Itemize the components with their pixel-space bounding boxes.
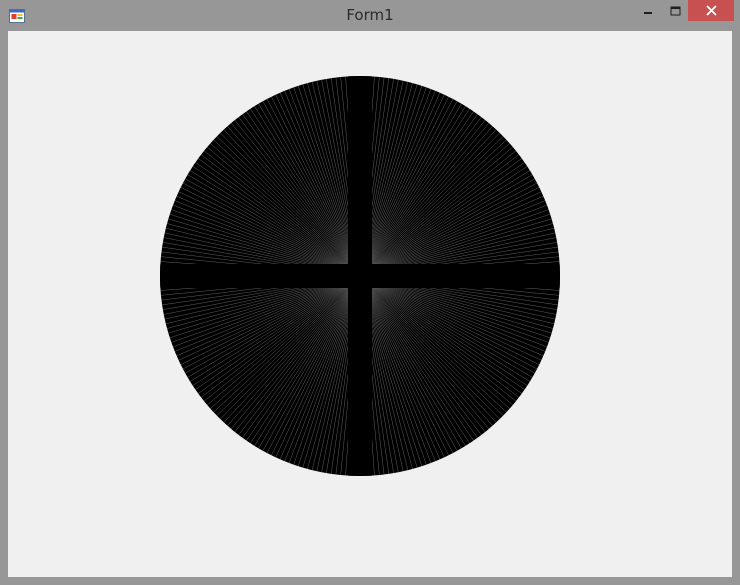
form-app-icon[interactable]	[9, 8, 25, 24]
radial-line-drawing	[160, 76, 560, 476]
title-bar[interactable]: Form1	[0, 0, 740, 31]
form-window: Form1	[0, 0, 740, 585]
close-icon	[705, 5, 717, 16]
close-button[interactable]	[688, 0, 734, 21]
window-title: Form1	[346, 6, 394, 24]
vertical-band	[348, 76, 372, 476]
minimize-icon	[644, 11, 652, 14]
maximize-button[interactable]	[662, 0, 688, 21]
maximize-icon	[670, 6, 680, 15]
minimize-button[interactable]	[634, 0, 662, 21]
form-client-area[interactable]	[8, 31, 732, 577]
